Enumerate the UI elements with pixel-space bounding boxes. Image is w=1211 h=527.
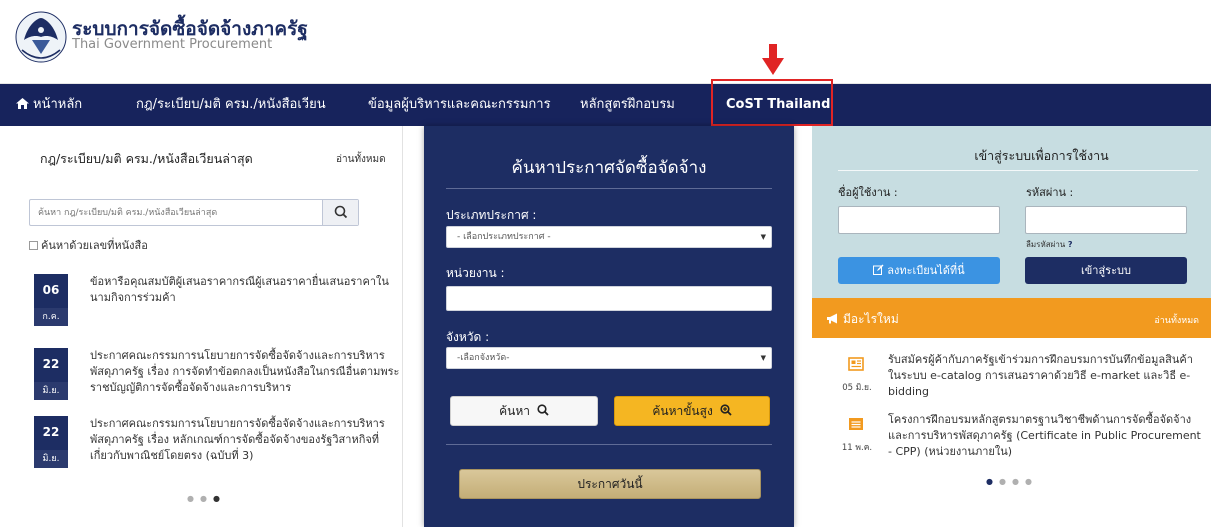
password-label: รหัสผ่าน : (1026, 186, 1074, 199)
agency-label: หน่วยงาน : (446, 266, 505, 280)
register-button[interactable]: ลงทะเบียนได้ที่นี่ (838, 257, 1000, 284)
whats-new-read-all-link[interactable]: อ่านทั้งหมด (1154, 313, 1199, 327)
date-month: มิ.ย. (34, 450, 68, 468)
search-button-label: ค้นหา (499, 404, 531, 418)
nav-item-label: หน้าหลัก (33, 97, 83, 112)
carousel-dot-active[interactable]: ● (213, 494, 226, 503)
date-month: มิ.ย. (34, 382, 68, 400)
laws-panel: กฎ/ระเบียบ/มติ ครม./หนังสือเวียนล่าสุด อ… (0, 126, 403, 527)
arrow-down-icon (762, 44, 784, 75)
site-title-english: Thai Government Procurement (72, 37, 273, 52)
laws-search-input[interactable] (30, 200, 322, 225)
whats-new-text[interactable]: โครงการฝึกอบรมหลักสูตรมาตรฐานวิชาชีพด้าน… (888, 412, 1204, 460)
carousel-dot[interactable]: ● (200, 494, 213, 503)
whats-new-item[interactable]: 11 พ.ค. โครงการฝึกอบรมหลักสูตรมาตรฐานวิช… (840, 412, 1201, 482)
laws-item-text[interactable]: ข้อหารือคุณสมบัติผู้เสนอราคากรณีผู้เสนอร… (90, 274, 400, 306)
forgot-password-label: ลืมรหัสผ่าน (1026, 240, 1066, 249)
search-icon (537, 404, 549, 416)
login-button[interactable]: เข้าสู่ระบบ (1025, 257, 1187, 284)
laws-search-button[interactable] (322, 200, 358, 225)
list-icon (849, 418, 863, 430)
laws-panel-title: กฎ/ระเบียบ/มติ ครม./หนังสือเวียนล่าสุด (40, 151, 253, 166)
caret-down-icon: ▼ (760, 354, 766, 362)
divider (446, 188, 772, 189)
search-button[interactable]: ค้นหา (450, 396, 598, 426)
question-mark: ? (1067, 240, 1073, 249)
carousel-dot[interactable]: ● (1025, 477, 1038, 486)
nav-item-home[interactable]: หน้าหลัก (16, 84, 82, 126)
password-input[interactable] (1025, 206, 1187, 234)
province-value: -เลือกจังหวัด- (457, 353, 510, 363)
announcement-type-select[interactable]: - เลือกประเภทประกาศ - ▼ (446, 226, 772, 248)
laws-list-item[interactable]: 22 มิ.ย. ประกาศคณะกรรมการนโยบายการจัดซื้… (34, 416, 394, 476)
main-navbar: หน้าหลัก กฎ/ระเบียบ/มติ ครม./หนังสือเวีย… (0, 84, 1211, 126)
whats-new-date: 05 มิ.ย. (842, 383, 872, 393)
register-button-label: ลงทะเบียนได้ที่นี่ (887, 264, 965, 277)
nav-item-laws[interactable]: กฎ/ระเบียบ/มติ ครม./หนังสือเวียน (136, 84, 326, 126)
date-month: ก.ค. (34, 308, 68, 326)
date-day: 22 (42, 425, 60, 439)
forgot-password-link[interactable]: ลืมรหัสผ่าน ? (1026, 238, 1072, 251)
carousel-dot-active[interactable]: ● (986, 477, 999, 486)
today-announcements-button[interactable]: ประกาศวันนี้ (459, 469, 761, 499)
home-icon (16, 98, 29, 109)
username-input[interactable] (838, 206, 1000, 234)
agency-input[interactable] (446, 286, 772, 311)
date-badge: 22 มิ.ย. (34, 416, 68, 468)
laws-list-item[interactable]: 22 มิ.ย. ประกาศคณะกรรมการนโยบายการจัดซื้… (34, 348, 399, 408)
date-day: 06 (42, 283, 60, 297)
carousel-dot[interactable]: ● (1012, 477, 1025, 486)
nav-item-cost-thailand[interactable]: CoST Thailand (726, 84, 830, 126)
advanced-search-label: ค้นหาขั้นสูง (652, 404, 713, 418)
date-day: 22 (42, 357, 60, 371)
province-select[interactable]: -เลือกจังหวัด- ▼ (446, 347, 772, 369)
whats-new-bar: มีอะไรใหม่ อ่านทั้งหมด (812, 298, 1211, 338)
divider (838, 170, 1198, 171)
newspaper-icon (848, 357, 864, 371)
nav-item-executives[interactable]: ข้อมูลผู้บริหารและคณะกรรมการ (368, 84, 551, 126)
laws-carousel-dots[interactable]: ●●● (187, 494, 226, 503)
date-badge: 06 ก.ค. (34, 274, 68, 326)
announcement-type-value: - เลือกประเภทประกาศ - (457, 232, 551, 242)
doc-number-checkbox-row[interactable]: ค้นหาด้วยเลขที่หนังสือ (29, 236, 148, 254)
divider (446, 444, 772, 445)
carousel-dot[interactable]: ● (999, 477, 1012, 486)
zoom-plus-icon (720, 404, 732, 416)
laws-item-text[interactable]: ประกาศคณะกรรมการนโยบายการจัดซื้อจัดจ้างแ… (90, 348, 400, 396)
announcement-type-label: ประเภทประกาศ : (446, 208, 537, 222)
caret-down-icon: ▼ (760, 233, 766, 241)
username-label: ชื่อผู้ใช้งาน : (838, 186, 898, 199)
edit-icon (873, 264, 884, 275)
site-header: ระบบการจัดซื้อจัดจ้างภาครัฐ Thai Governm… (0, 0, 1211, 84)
date-badge: 22 มิ.ย. (34, 348, 68, 400)
doc-number-checkbox-label: ค้นหาด้วยเลขที่หนังสือ (41, 239, 148, 252)
search-panel-title: ค้นหาประกาศจัดซื้อจัดจ้าง (511, 158, 707, 178)
login-panel-title: เข้าสู่ระบบเพื่อการใช้งาน (974, 148, 1109, 163)
login-panel: เข้าสู่ระบบเพื่อการใช้งาน ชื่อผู้ใช้งาน … (812, 126, 1211, 298)
bullhorn-icon (827, 313, 837, 324)
whats-new-text[interactable]: รับสมัครผู้ค้ากับภาครัฐเข้าร่วมการฝึกอบร… (888, 352, 1204, 400)
nav-item-training[interactable]: หลักสูตรฝึกอบรม (580, 84, 675, 126)
laws-search-box (29, 199, 359, 226)
advanced-search-button[interactable]: ค้นหาขั้นสูง (614, 396, 770, 426)
carousel-dot[interactable]: ● (187, 494, 200, 503)
laws-read-all-link[interactable]: อ่านทั้งหมด (336, 152, 386, 167)
laws-list-item[interactable]: 06 ก.ค. ข้อหารือคุณสมบัติผู้เสนอราคากรณี… (34, 274, 394, 334)
whats-new-label: มีอะไรใหม่ (843, 312, 899, 326)
whats-new-carousel-dots[interactable]: ●●●● (986, 477, 1038, 486)
laws-item-text[interactable]: ประกาศคณะกรรมการนโยบายการจัดซื้อจัดจ้างแ… (90, 416, 400, 464)
province-label: จังหวัด : (446, 330, 490, 344)
procurement-search-panel: ค้นหาประกาศจัดซื้อจัดจ้าง ประเภทประกาศ :… (424, 126, 794, 527)
whats-new-date: 11 พ.ค. (841, 443, 873, 453)
search-icon (334, 205, 348, 219)
comptroller-logo-icon[interactable] (14, 10, 68, 64)
whats-new-title: มีอะไรใหม่ (826, 310, 899, 329)
doc-number-checkbox[interactable] (29, 241, 38, 250)
